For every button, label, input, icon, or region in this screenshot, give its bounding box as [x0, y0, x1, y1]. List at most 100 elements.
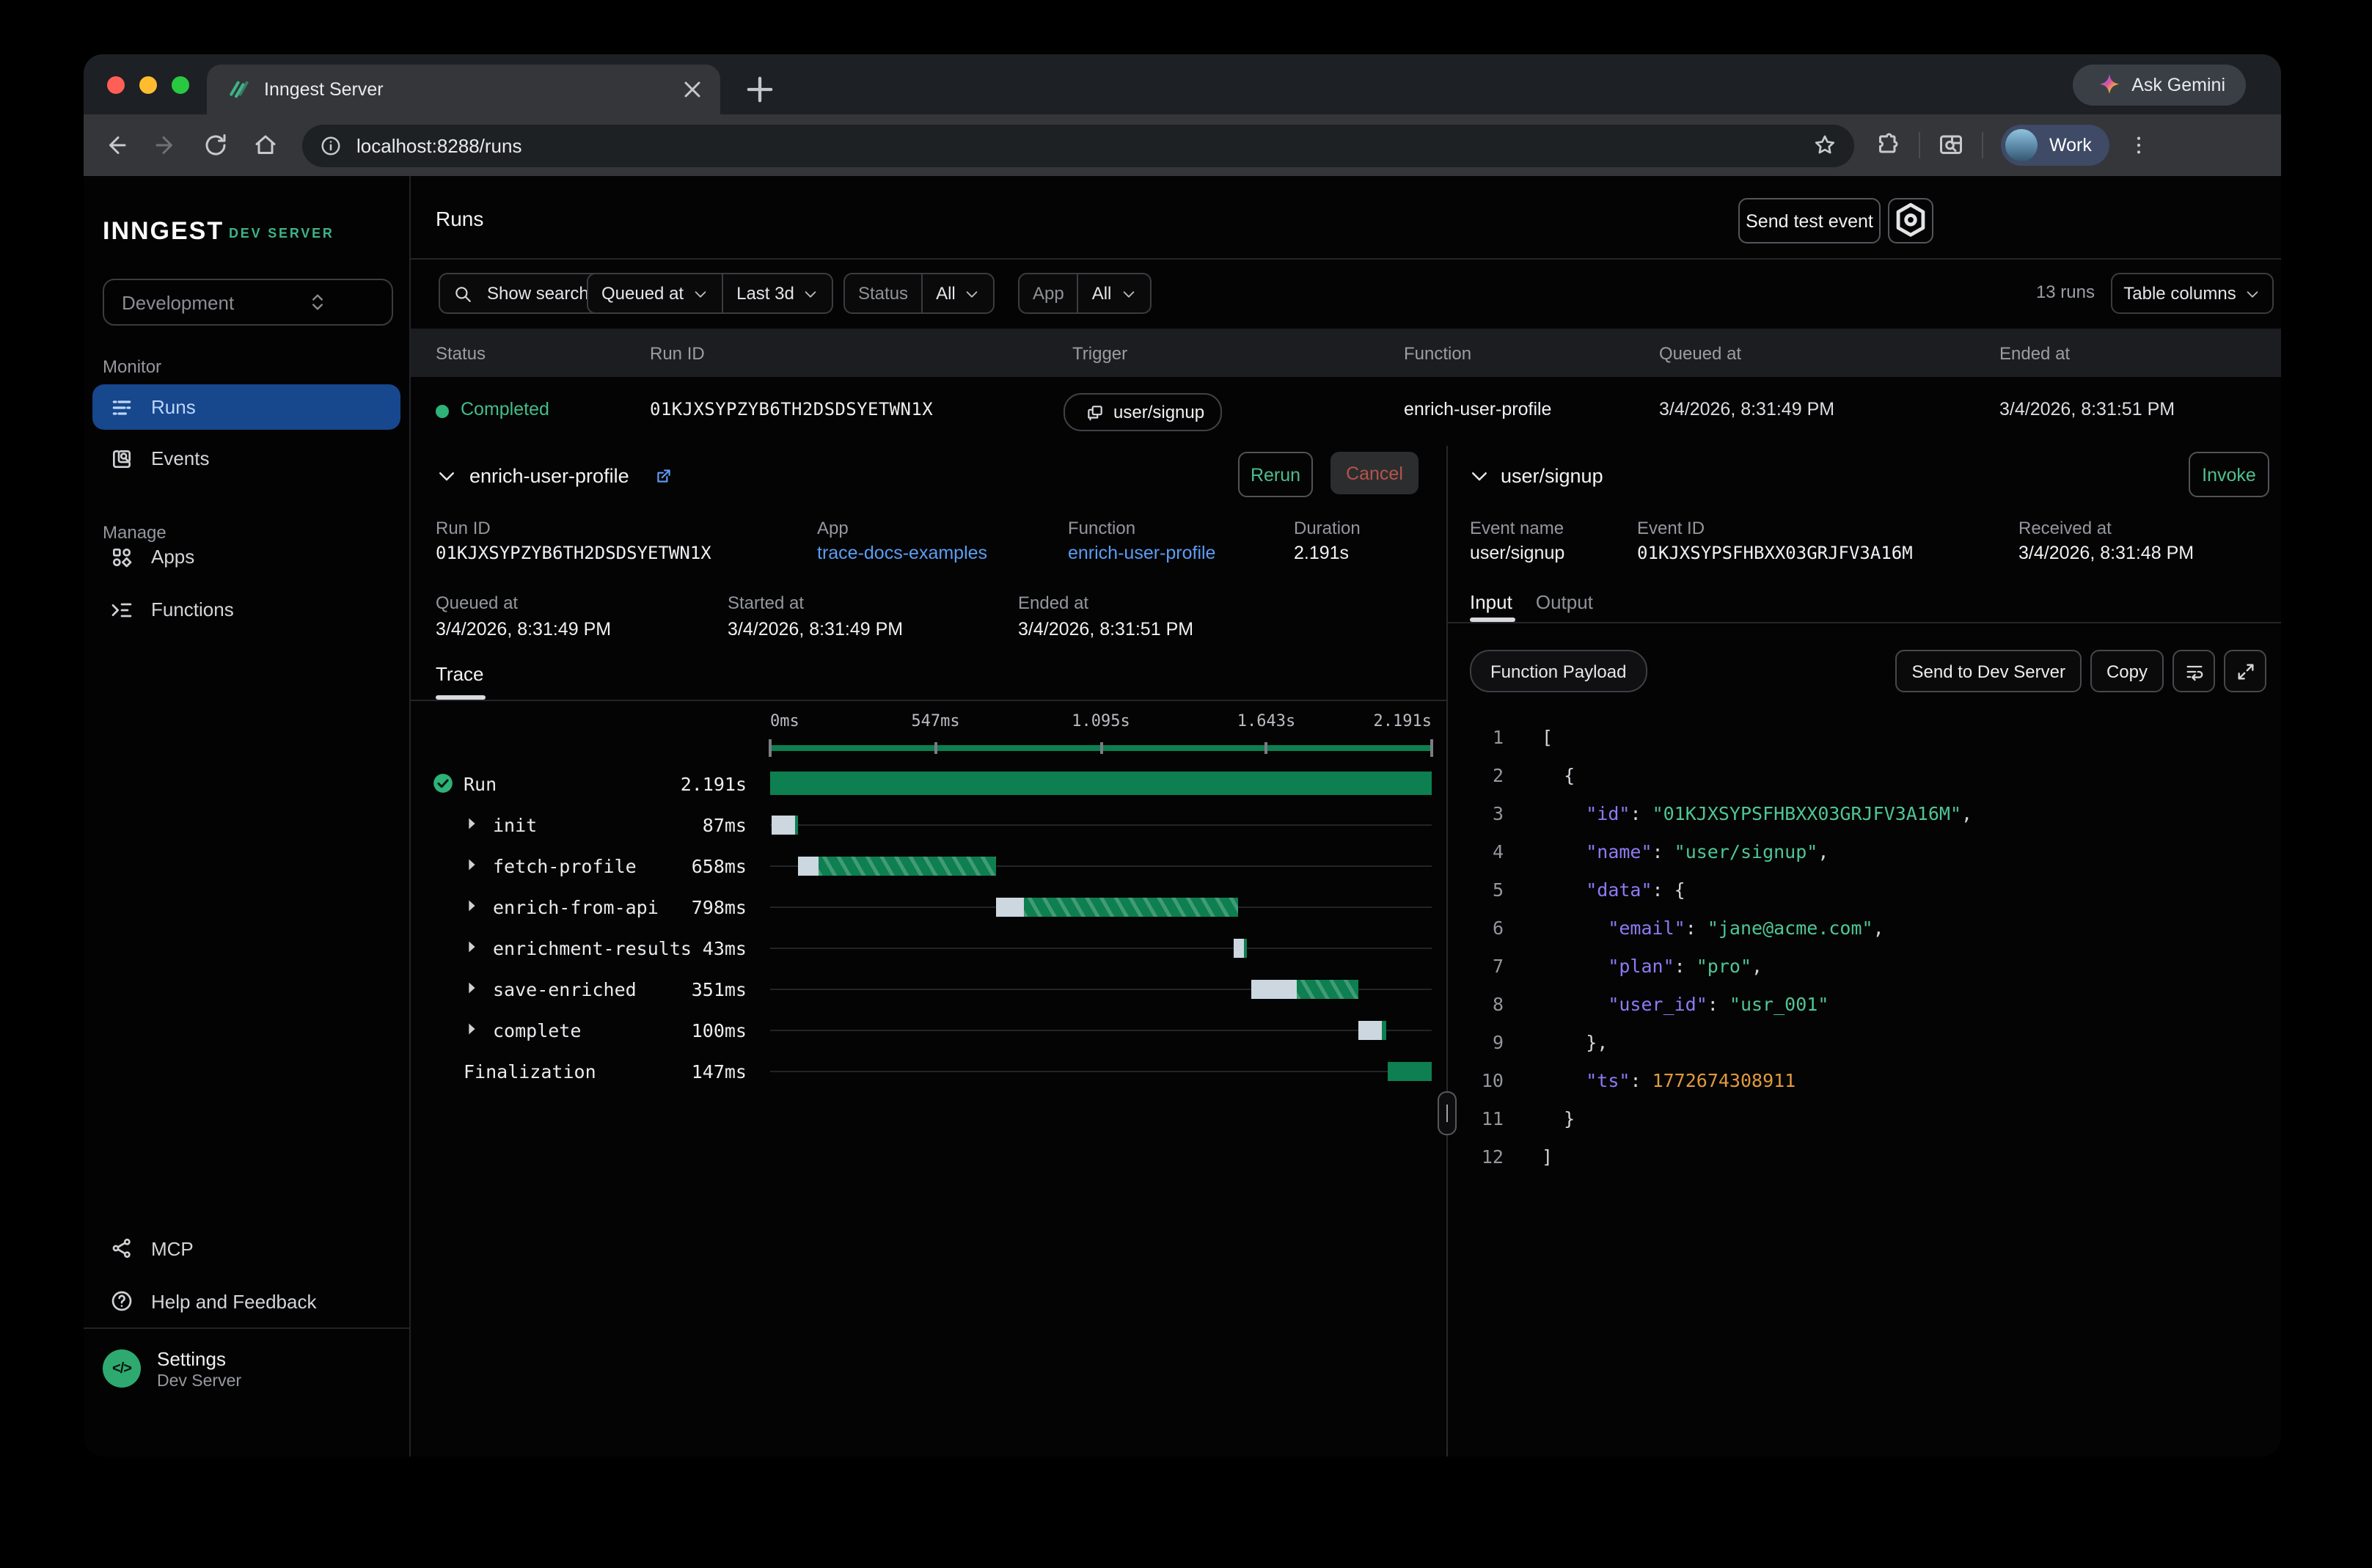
code-token: "jane@acme.com": [1707, 917, 1873, 939]
code-token: {: [1542, 764, 1575, 786]
queued-at-filter[interactable]: Queued at Last 3d: [587, 273, 834, 314]
settings-title[interactable]: Settings: [157, 1348, 226, 1370]
chevron-right-icon[interactable]: [464, 1021, 480, 1037]
code-line: 10 "ts": 1772674308911: [1448, 1062, 2281, 1100]
sidebar-item-runs[interactable]: Runs: [92, 384, 400, 430]
send-test-event-button[interactable]: Send test event: [1738, 198, 1881, 243]
functions-icon: [110, 598, 133, 621]
minimize-window-button[interactable]: [139, 76, 157, 94]
tab-input[interactable]: Input: [1470, 591, 1512, 613]
chevron-right-icon[interactable]: [464, 939, 480, 955]
queue-bar: [798, 856, 819, 875]
queued-at-field-segment[interactable]: Queued at: [588, 274, 722, 312]
trace-minimap[interactable]: [770, 738, 1432, 758]
status-filter[interactable]: Status All: [843, 273, 995, 314]
code-token: :: [1707, 993, 1729, 1015]
collapse-chevron-icon[interactable]: [1468, 465, 1490, 487]
expand-button[interactable]: [2224, 650, 2266, 692]
code-token: [1542, 1069, 1586, 1091]
table-columns-button[interactable]: Table columns: [2111, 273, 2274, 314]
settings-code-icon[interactable]: </>: [103, 1349, 141, 1388]
chevron-right-icon[interactable]: [464, 898, 480, 914]
back-icon[interactable]: [103, 132, 129, 158]
reload-icon[interactable]: [202, 132, 229, 158]
collapse-chevron-icon[interactable]: [436, 465, 458, 487]
profile-chip[interactable]: Work: [2001, 125, 2109, 166]
extensions-icon[interactable]: [1875, 132, 1901, 158]
code-line: 11 }: [1448, 1100, 2281, 1138]
code-text: "id": "01KJXSYPSFHBXX03GRJFV3A16M",: [1542, 795, 1972, 833]
rerun-button[interactable]: Rerun: [1238, 452, 1313, 497]
address-bar[interactable]: localhost:8288/runs: [302, 124, 1854, 166]
trace-row-complete[interactable]: complete100ms: [411, 1009, 1446, 1050]
trace-span-duration: 100ms: [692, 1019, 747, 1041]
sidebar-item-help-and-feedback[interactable]: Help and Feedback: [92, 1279, 400, 1323]
time-range-segment[interactable]: Last 3d: [723, 274, 832, 312]
browser-tab[interactable]: Inngest Server: [207, 65, 720, 114]
sidebar-item-mcp[interactable]: MCP: [92, 1226, 400, 1270]
sidebar-item-apps[interactable]: Apps: [92, 534, 400, 579]
sidebar-item-events[interactable]: Events: [92, 436, 400, 481]
app-filter-value[interactable]: All: [1079, 274, 1150, 312]
trigger-pill[interactable]: user/signup: [1064, 393, 1222, 431]
payload-code-viewer[interactable]: 1[2 {3 "id": "01KJXSYPSFHBXX03GRJFV3A16M…: [1448, 719, 2281, 1176]
cancel-button[interactable]: Cancel: [1330, 452, 1419, 494]
field-value[interactable]: enrich-user-profile: [1068, 543, 1215, 563]
trace-row-fetch-profile[interactable]: fetch-profile658ms: [411, 845, 1446, 886]
external-link-icon[interactable]: [654, 466, 673, 486]
field-value[interactable]: trace-docs-examples: [817, 543, 987, 563]
browser-menu-icon[interactable]: [2127, 133, 2150, 157]
code-token: ,: [1873, 917, 1884, 939]
trace-row-enrich-from-api[interactable]: enrich-from-api798ms: [411, 886, 1446, 927]
app-filter[interactable]: App All: [1018, 273, 1151, 314]
code-line: 8 "user_id": "usr_001": [1448, 986, 2281, 1024]
bookmark-star-icon[interactable]: [1813, 133, 1837, 157]
settings-gear-button[interactable]: [1888, 198, 1933, 243]
trace-bar: [770, 927, 1432, 968]
status-filter-value[interactable]: All: [923, 274, 994, 312]
invoke-button[interactable]: Invoke: [2189, 452, 2269, 497]
run-function: enrich-user-profile: [1404, 399, 1551, 420]
trace-row-run[interactable]: Run2.191s: [411, 763, 1446, 804]
trace-row-finalization[interactable]: Finalization147ms: [411, 1050, 1446, 1091]
function-payload-button[interactable]: Function Payload: [1470, 650, 1647, 692]
zoom-window-button[interactable]: [172, 76, 189, 94]
tab-close-icon[interactable]: [679, 76, 706, 103]
environment-select[interactable]: Development: [103, 279, 393, 326]
gemini-sparkle-icon: [2098, 73, 2121, 97]
chevron-down-icon: [692, 285, 709, 301]
event-icon: [1086, 403, 1105, 422]
close-window-button[interactable]: [107, 76, 125, 94]
tab-output[interactable]: Output: [1536, 591, 1593, 613]
chevron-right-icon[interactable]: [464, 857, 480, 873]
trace-span-duration: 147ms: [692, 1060, 747, 1082]
column-header-function: Function: [1404, 343, 1471, 364]
new-tab-button[interactable]: [741, 70, 779, 109]
chevron-right-icon[interactable]: [464, 816, 480, 832]
chevron-right-icon[interactable]: [464, 980, 480, 996]
trace-row-enrichment-results[interactable]: enrichment-results43ms: [411, 927, 1446, 968]
runs-table-row[interactable]: Completed 01KJXSYPZYB6TH2DSDSYETWN1X use…: [411, 377, 2281, 446]
side-panel-search-icon[interactable]: [1938, 132, 1964, 158]
search-icon: [453, 284, 472, 303]
home-icon[interactable]: [252, 132, 279, 158]
code-line: 7 "plan": "pro",: [1448, 948, 2281, 986]
show-search-button[interactable]: Show search: [439, 273, 605, 314]
site-info-icon[interactable]: [320, 134, 342, 156]
send-to-dev-server-button[interactable]: Send to Dev Server: [1896, 650, 2082, 692]
code-token: [1542, 879, 1586, 901]
ask-gemini-button[interactable]: Ask Gemini: [2073, 65, 2246, 106]
dev-server-badge: DEV SERVER: [229, 226, 334, 241]
trace-row-save-enriched[interactable]: save-enriched351ms: [411, 968, 1446, 1009]
code-token: [1542, 993, 1608, 1015]
payload-actions: Send to Dev Server Copy: [1896, 650, 2266, 692]
code-text: },: [1542, 1024, 1608, 1062]
trace-row-init[interactable]: init87ms: [411, 804, 1446, 845]
copy-button[interactable]: Copy: [2090, 650, 2164, 692]
expand-icon: [2235, 661, 2255, 681]
forward-icon[interactable]: [153, 132, 179, 158]
wrap-lines-button[interactable]: [2172, 650, 2215, 692]
events-icon: [110, 447, 133, 470]
sidebar-item-functions[interactable]: Functions: [92, 587, 400, 632]
tab-trace[interactable]: Trace: [436, 663, 484, 685]
